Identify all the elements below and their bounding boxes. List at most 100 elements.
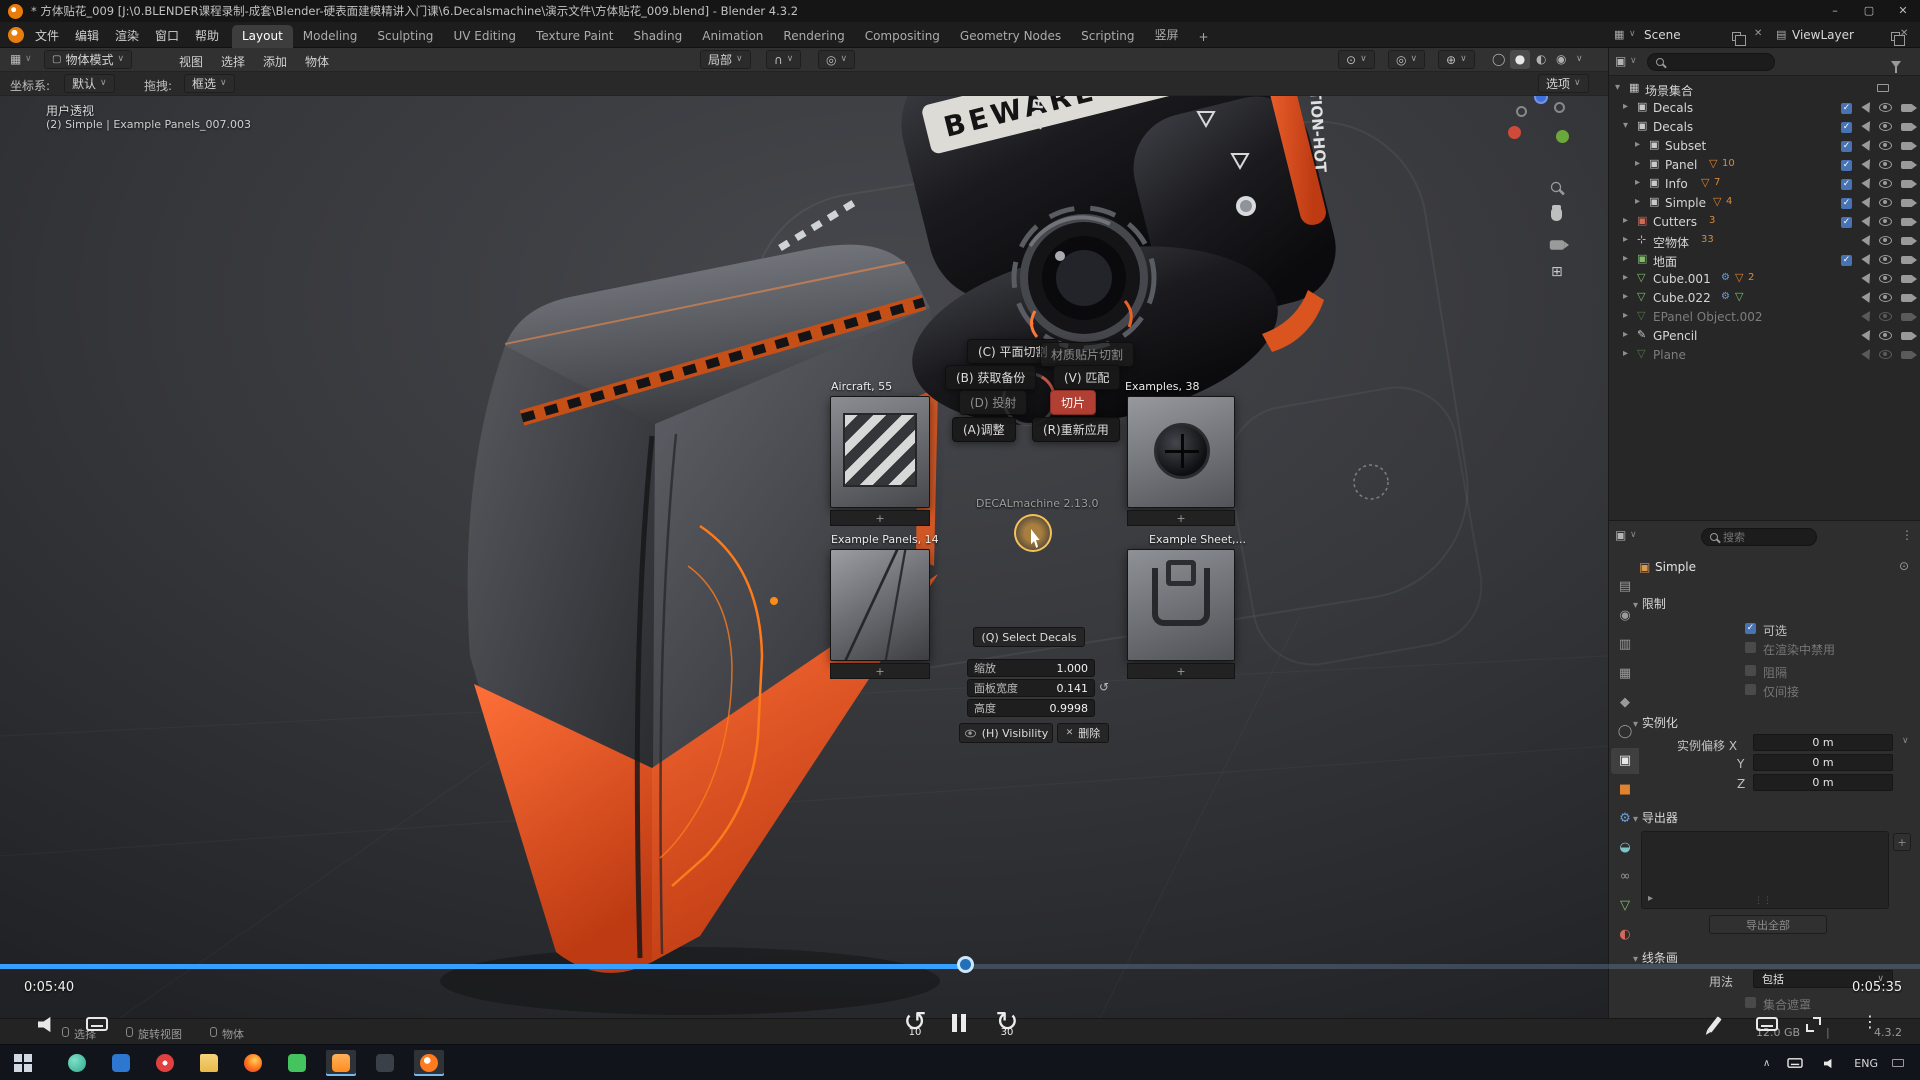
screen-icon[interactable] [1877, 84, 1889, 92]
filter-icon[interactable] [1891, 61, 1901, 68]
properties-search[interactable] [1701, 528, 1817, 546]
close-button[interactable] [1886, 0, 1920, 22]
offset-x-field[interactable]: 0 m [1753, 734, 1893, 751]
camera-icon[interactable] [1901, 199, 1913, 207]
taskbar-app-browser[interactable] [62, 1050, 92, 1076]
export-all-button[interactable]: 导出全部 [1709, 915, 1827, 934]
chevron-right-icon[interactable] [1648, 893, 1653, 904]
shading-chevron-icon[interactable] [1576, 55, 1583, 64]
eye-icon[interactable] [1879, 198, 1892, 207]
decal-add-button[interactable]: + [1127, 510, 1235, 526]
blender-menu-icon[interactable] [8, 27, 24, 43]
editor-type-icon[interactable] [1615, 529, 1626, 541]
exporter-list[interactable]: ⋮⋮ [1641, 831, 1889, 909]
exclude-checkbox[interactable]: ✓ [1841, 103, 1852, 114]
chevron-right-icon[interactable] [1623, 329, 1628, 340]
visibility-button[interactable]: (H) Visibility [959, 723, 1053, 743]
chevron-right-icon[interactable] [1623, 348, 1628, 359]
tab-sculpting[interactable]: Sculpting [367, 25, 443, 48]
pause-button[interactable] [952, 1014, 966, 1035]
menu-object[interactable]: 物体 [296, 50, 338, 73]
tab-custom[interactable]: 竖屏 [1145, 22, 1189, 48]
outliner-row-scene-collection[interactable]: 场景集合 [1609, 80, 1920, 99]
exclude-checkbox[interactable]: ✓ [1841, 217, 1852, 228]
menu-edit[interactable]: 编辑 [66, 22, 108, 49]
viewlayer-name[interactable]: ViewLayer [1792, 28, 1854, 42]
camera-icon[interactable] [1901, 294, 1913, 302]
decal-thumbnail-panels[interactable] [830, 549, 930, 661]
eye-icon[interactable] [1879, 160, 1892, 169]
tab-object-data[interactable] [1611, 893, 1639, 919]
pin-icon[interactable] [1899, 560, 1909, 572]
outliner-row-decals-1[interactable]: Decals ✓ [1609, 99, 1920, 118]
outliner-row-subset[interactable]: Subset ✓ [1609, 137, 1920, 156]
camera-icon[interactable] [1901, 237, 1913, 245]
taskbar-wechat[interactable] [282, 1050, 312, 1076]
outliner-row-simple[interactable]: Simple 4 ✓ [1609, 194, 1920, 213]
tab-animation[interactable]: Animation [692, 25, 773, 48]
taskbar-app-dark[interactable] [370, 1050, 400, 1076]
pie-match[interactable]: (V) 匹配 [1053, 365, 1120, 390]
tab-constraints[interactable] [1611, 864, 1639, 890]
tray-volume-icon[interactable] [1824, 1058, 1836, 1068]
outliner-item-label[interactable]: 地面 [1653, 253, 1677, 270]
panel-width-field[interactable]: 面板宽度 0.141 [967, 679, 1095, 697]
tab-texture-paint[interactable]: Texture Paint [526, 25, 623, 48]
chevron-down-icon[interactable] [1615, 82, 1620, 93]
render-disable-checkbox[interactable] [1745, 642, 1756, 653]
chevron-right-icon[interactable] [1635, 177, 1640, 188]
indirect-checkbox[interactable] [1745, 684, 1756, 695]
selectable-icon[interactable] [1861, 292, 1874, 305]
coord-dropdown[interactable]: 默认 [64, 74, 115, 93]
eye-icon[interactable] [1879, 122, 1892, 131]
properties-search-input[interactable] [1723, 531, 1803, 544]
add-workspace-button[interactable] [1189, 27, 1219, 48]
menu-help[interactable]: 帮助 [186, 22, 228, 49]
scene-name[interactable]: Scene [1644, 28, 1681, 42]
selectable-icon[interactable] [1861, 330, 1874, 343]
outliner-item-label[interactable]: 空物体 [1653, 234, 1689, 251]
chevron-down-icon[interactable] [1623, 120, 1628, 131]
outliner-row-cube001[interactable]: Cube.001 ⚙ 2 [1609, 270, 1920, 289]
outliner-row-epanel[interactable]: EPanel Object.002 [1609, 308, 1920, 327]
maximize-button[interactable] [1852, 0, 1886, 22]
perspective-toggle[interactable] [1551, 264, 1563, 280]
navigation-gizmo[interactable] [1504, 88, 1574, 158]
tray-expand-icon[interactable]: ∧ [1763, 1058, 1770, 1069]
tab-object[interactable] [1611, 777, 1639, 803]
axis-y-icon[interactable] [1556, 130, 1569, 143]
camera-view-tool[interactable] [1551, 238, 1563, 252]
eye-icon[interactable] [1879, 103, 1892, 112]
offset-y-field[interactable]: 0 m [1753, 754, 1893, 771]
offset-z-field[interactable]: 0 m [1753, 774, 1893, 791]
exclude-checkbox[interactable]: ✓ [1841, 160, 1852, 171]
taskbar-firefox[interactable] [238, 1050, 268, 1076]
exclude-checkbox[interactable]: ✓ [1841, 198, 1852, 209]
selectable-icon[interactable] [1861, 216, 1874, 229]
outliner-item-label[interactable]: EPanel Object.002 [1653, 310, 1763, 324]
exclude-checkbox[interactable]: ✓ [1841, 179, 1852, 190]
decal-thumbnail-examples[interactable] [1127, 396, 1235, 508]
decal-thumbnail-sheet[interactable] [1127, 549, 1235, 661]
camera-icon[interactable] [1901, 218, 1913, 226]
chevron-right-icon[interactable] [1635, 139, 1640, 150]
reset-icon[interactable] [1099, 681, 1109, 693]
pie-adjust[interactable]: (A)调整 [952, 417, 1016, 442]
eye-icon[interactable] [1879, 293, 1892, 302]
proportional-edit-toggle[interactable] [818, 50, 855, 69]
delete-button[interactable]: 删除 [1057, 723, 1109, 743]
tab-physics[interactable] [1611, 835, 1639, 861]
tab-modeling[interactable]: Modeling [293, 25, 368, 48]
viewport-canvas[interactable]: BEWARE OF TION-HOT HOT [0, 96, 1608, 1018]
pie-slice[interactable]: 切片 [1050, 390, 1096, 415]
selectable-icon[interactable] [1861, 178, 1874, 191]
camera-icon[interactable] [1901, 256, 1913, 264]
chevron-right-icon[interactable] [1635, 196, 1640, 207]
section-exporters[interactable]: 导出器 [1633, 809, 1678, 826]
eye-icon[interactable] [1879, 255, 1892, 264]
zoom-tool[interactable] [1552, 180, 1560, 194]
camera-icon[interactable] [1901, 104, 1913, 112]
tab-geometry-nodes[interactable]: Geometry Nodes [950, 25, 1071, 48]
outliner-row-decals-2[interactable]: Decals ✓ [1609, 118, 1920, 137]
outliner-item-label[interactable]: Panel [1665, 158, 1697, 172]
